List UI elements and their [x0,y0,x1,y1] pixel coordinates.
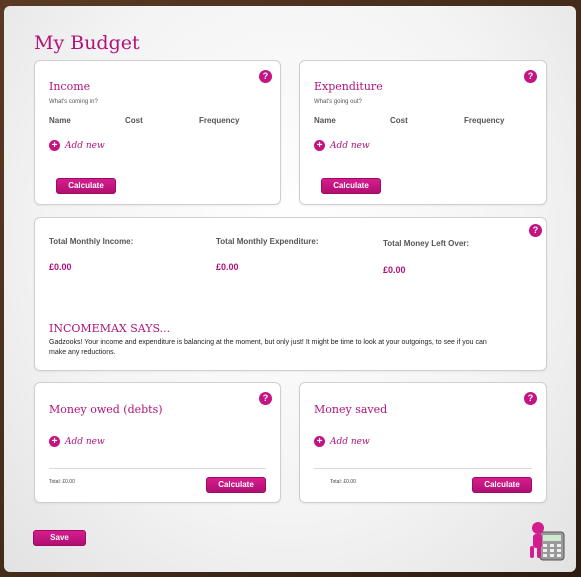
total-income-label: Total Monthly Income: [49,237,134,246]
debts-title: Money owed (debts) [49,403,163,416]
income-panel: ? Income What's coming in? Name Cost Fre… [34,60,281,205]
saved-add-new[interactable]: + Add new [314,436,370,447]
debts-add-label: Add new [65,436,105,447]
expenditure-add-new[interactable]: + Add new [314,140,370,151]
summary-help-icon[interactable]: ? [529,224,542,237]
saved-total: Total: £0.00 [330,479,356,485]
left-over-value: £0.00 [383,265,406,275]
saved-calculate-button[interactable]: Calculate [472,477,532,493]
debts-add-new[interactable]: + Add new [49,436,105,447]
page-title: My Budget [34,32,140,54]
debts-panel: ? Money owed (debts) + Add new Total: £0… [34,382,281,503]
plus-icon: + [49,436,60,447]
plus-icon: + [314,436,325,447]
plus-icon: + [49,140,60,151]
total-income-value: £0.00 [49,262,72,272]
saved-help-icon[interactable]: ? [524,392,537,405]
total-expenditure-value: £0.00 [216,262,239,272]
budget-frame: My Budget ? Income What's coming in? Nam… [4,6,576,572]
saved-add-label: Add new [330,436,370,447]
expenditure-col-frequency: Frequency [464,116,505,125]
income-add-new[interactable]: + Add new [49,140,105,151]
income-help-icon[interactable]: ? [259,70,272,83]
saved-panel: ? Money saved + Add new Total: £0.00 Cal… [299,382,547,503]
calculator-mascot-icon [530,522,565,561]
total-expenditure-label: Total Monthly Expenditure: [216,237,319,246]
saved-title: Money saved [314,403,388,416]
expenditure-title: Expenditure [314,80,383,93]
debts-help-icon[interactable]: ? [259,392,272,405]
expenditure-panel: ? Expenditure What's going out? Name Cos… [299,60,547,205]
debts-total: Total: £0.00 [49,479,75,485]
debts-divider [49,468,266,469]
expenditure-help-icon[interactable]: ? [524,70,537,83]
income-subtitle: What's coming in? [49,99,98,105]
expenditure-subtitle: What's going out? [314,99,362,105]
left-over-label: Total Money Left Over: [383,239,470,248]
plus-icon: + [314,140,325,151]
save-button[interactable]: Save [33,530,86,546]
expenditure-col-name: Name [314,116,336,125]
incomemax-says-text: Gadzooks! Your income and expenditure is… [49,339,487,356]
expenditure-add-label: Add new [330,140,370,151]
income-col-name: Name [49,116,71,125]
saved-divider [314,468,532,469]
incomemax-says-title: INCOMEMAX SAYS... [49,322,171,335]
expenditure-calculate-button[interactable]: Calculate [321,178,381,194]
debts-calculate-button[interactable]: Calculate [206,477,266,493]
income-calculate-button[interactable]: Calculate [56,178,116,194]
income-col-cost: Cost [125,116,143,125]
income-add-label: Add new [65,140,105,151]
income-col-frequency: Frequency [199,116,240,125]
income-title: Income [49,80,91,93]
summary-panel: ? Total Monthly Income: £0.00 Total Mont… [34,217,547,371]
expenditure-col-cost: Cost [390,116,408,125]
